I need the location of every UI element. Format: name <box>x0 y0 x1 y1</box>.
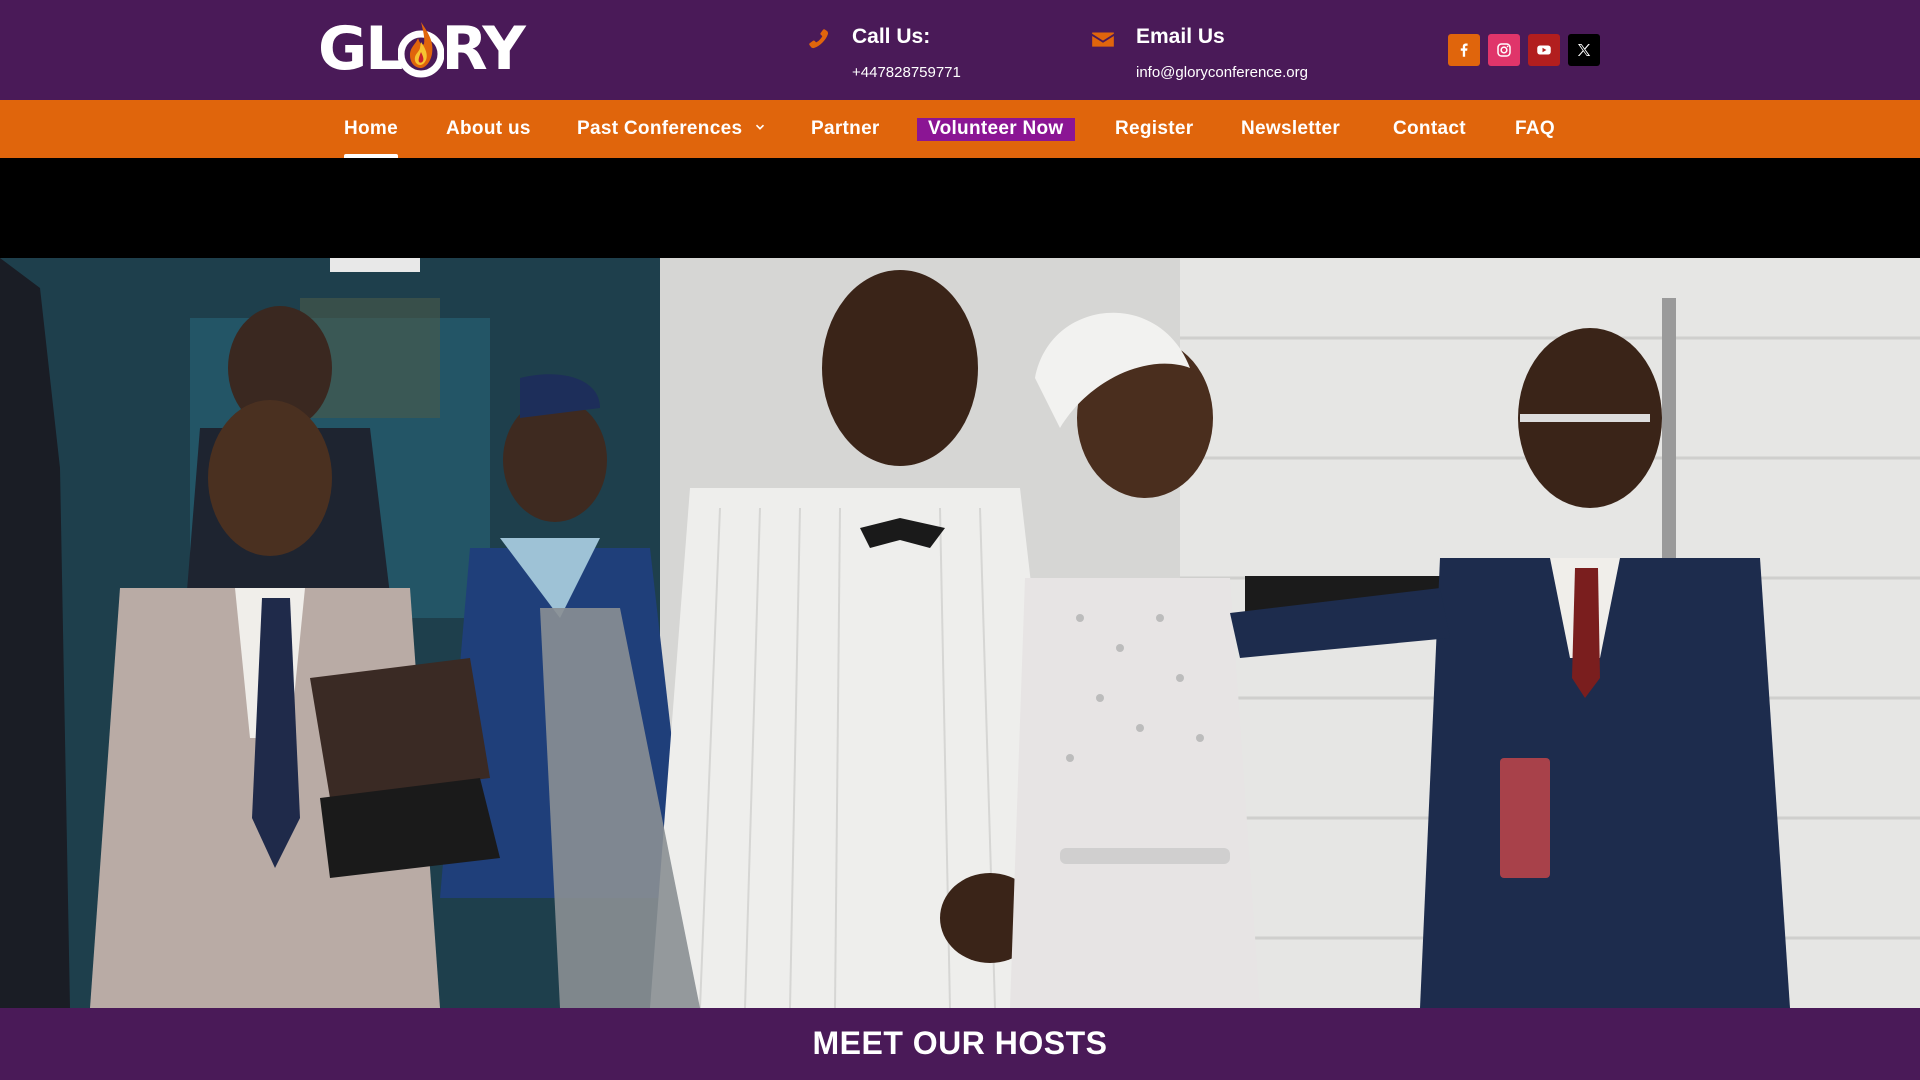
email-us-title: Email Us <box>1136 25 1225 48</box>
nav-about-us[interactable]: About us <box>446 100 531 158</box>
hero-video[interactable] <box>0 258 1920 1008</box>
nav-about-us-label: About us <box>446 118 531 139</box>
hero-image <box>0 258 1920 1008</box>
hero-letterbox <box>0 158 1920 258</box>
nav-newsletter-label: Newsletter <box>1241 118 1341 139</box>
nav-volunteer-now-label: Volunteer Now <box>917 118 1075 141</box>
x-button[interactable] <box>1568 34 1600 66</box>
nav-home[interactable]: Home <box>344 100 398 158</box>
envelope-icon <box>1092 32 1114 47</box>
logo-text-right: RY <box>441 14 525 84</box>
nav-register[interactable]: Register <box>1115 100 1193 158</box>
instagram-button[interactable] <box>1488 34 1520 66</box>
logo-text-left: GL <box>318 14 403 84</box>
nav-home-label: Home <box>344 118 398 139</box>
flame-logo-icon <box>398 22 445 78</box>
nav-past-conferences-label: Past Conferences <box>577 118 743 139</box>
chevron-down-icon <box>755 124 764 130</box>
phone-number[interactable]: +447828759771 <box>852 64 961 82</box>
instagram-icon <box>1497 43 1511 57</box>
nav-newsletter[interactable]: Newsletter <box>1241 100 1340 158</box>
nav-partner[interactable]: Partner <box>811 100 880 158</box>
call-us-block[interactable]: Call Us: +447828759771 <box>806 24 961 82</box>
call-us-title: Call Us: <box>852 25 931 48</box>
nav-volunteer-now[interactable]: Volunteer Now <box>917 100 1075 158</box>
social-links <box>1448 34 1600 66</box>
email-address[interactable]: info@gloryconference.org <box>1136 64 1308 82</box>
nav-faq[interactable]: FAQ <box>1515 100 1555 158</box>
youtube-icon <box>1537 45 1551 55</box>
email-us-block[interactable]: Email Us info@gloryconference.org <box>1090 24 1308 82</box>
nav-past-conferences[interactable]: Past Conferences <box>577 100 766 158</box>
facebook-icon <box>1460 43 1468 57</box>
nav-contact-label: Contact <box>1393 118 1466 139</box>
youtube-button[interactable] <box>1528 34 1560 66</box>
top-header: GL RY Call Us: +447828759771 Email Us in… <box>0 0 1920 100</box>
main-nav: Home About us Past Conferences Partner V… <box>0 100 1920 158</box>
nav-contact[interactable]: Contact <box>1393 100 1466 158</box>
nav-partner-label: Partner <box>811 118 880 139</box>
nav-register-label: Register <box>1115 118 1194 139</box>
phone-icon <box>809 29 829 49</box>
section-title: MEET OUR HOSTS <box>812 1025 1108 1061</box>
x-icon <box>1577 44 1591 56</box>
nav-faq-label: FAQ <box>1515 118 1555 139</box>
site-logo[interactable]: GL RY <box>318 14 526 84</box>
meet-our-hosts-section: MEET OUR HOSTS <box>0 1008 1920 1080</box>
facebook-button[interactable] <box>1448 34 1480 66</box>
